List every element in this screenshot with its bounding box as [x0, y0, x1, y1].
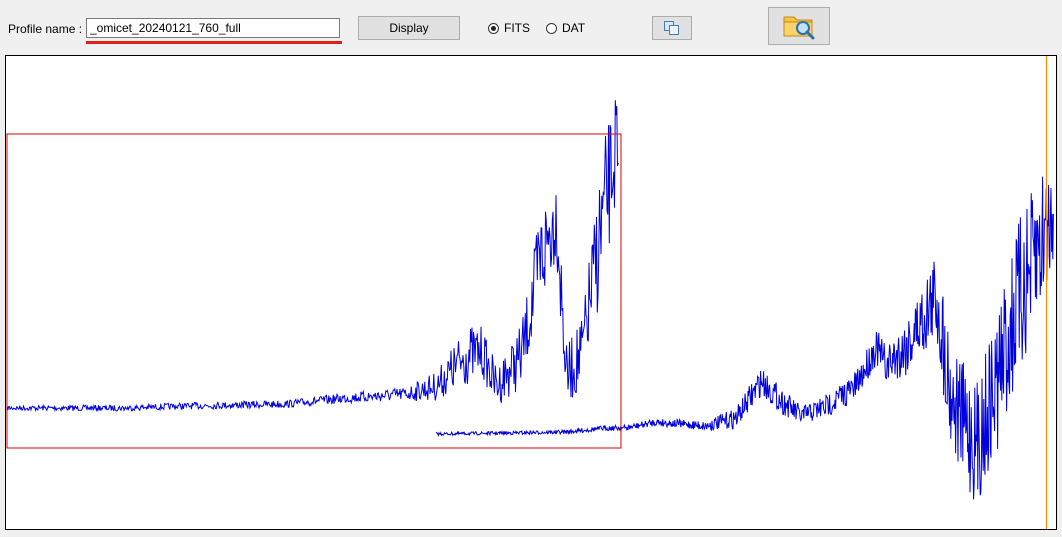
browse-folder-button[interactable]: [768, 7, 830, 45]
profile-plot[interactable]: [5, 55, 1057, 530]
dat-radio-circle[interactable]: [546, 22, 557, 34]
selection-rectangle[interactable]: [6, 133, 622, 449]
dat-radio-label: DAT: [562, 21, 586, 35]
copy-icon: [664, 21, 679, 35]
display-button[interactable]: Display: [358, 16, 460, 40]
profile-trace: [6, 100, 619, 413]
profile-trace-baseline: [435, 176, 1054, 500]
profile-plot-canvas[interactable]: [6, 56, 1056, 529]
fits-radio[interactable]: FITS: [488, 20, 530, 36]
folder-search-icon: [783, 16, 815, 40]
copy-button[interactable]: [652, 16, 692, 40]
dat-radio[interactable]: DAT: [546, 20, 585, 36]
profile-name-input[interactable]: [86, 18, 340, 38]
profile-name-label: Profile name :: [8, 22, 83, 36]
profile-name-underline: [86, 41, 342, 44]
fits-radio-circle[interactable]: [488, 22, 499, 34]
fits-radio-label: FITS: [504, 21, 530, 35]
